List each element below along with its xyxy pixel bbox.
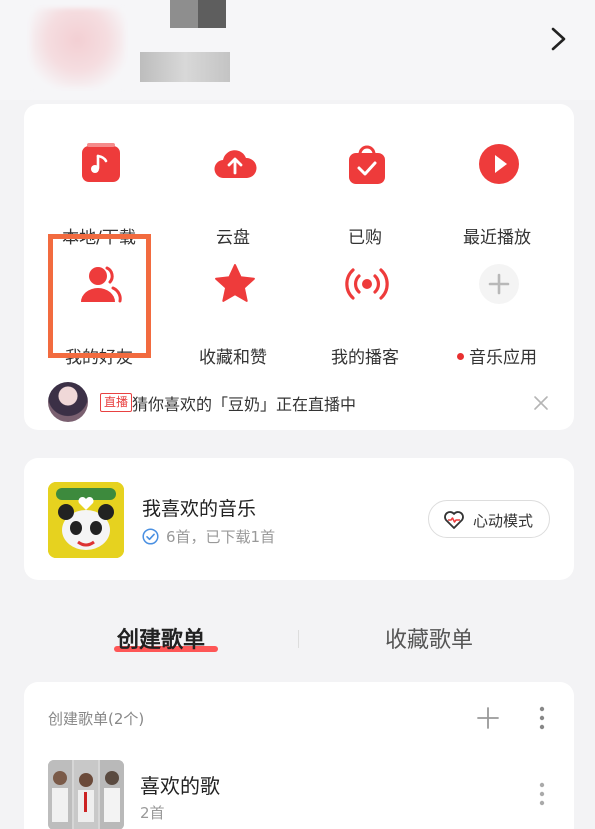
quick-item-purchased[interactable]: 已购 — [300, 134, 430, 248]
live-banner-text: 猜你喜欢的「豆奶」正在直播中 — [132, 395, 357, 414]
playlist-cover-image — [48, 760, 124, 829]
red-dot-badge — [457, 352, 464, 360]
favorite-playlist-title: 我喜欢的音乐 — [142, 498, 257, 520]
downloaded-check-icon — [142, 528, 159, 545]
star-icon — [215, 264, 255, 302]
local-download-icon — [82, 143, 120, 182]
blurred-username-block — [198, 0, 226, 28]
favorite-playlist-cover — [48, 482, 124, 558]
quick-item-label: 云盘 — [216, 228, 250, 248]
quick-item-podcast[interactable]: 我的播客 — [300, 254, 430, 368]
live-badge: 直播 — [100, 393, 133, 412]
tab-collected-playlists[interactable]: 收藏歌单 — [385, 622, 473, 654]
quick-item-label: 最近播放 — [463, 228, 531, 248]
heartbeat-mode-button[interactable]: 心动模式 — [428, 500, 550, 538]
favorite-playlist-subtitle: 6首，已下载1首 — [142, 526, 275, 547]
tab-label: 创建歌单 — [117, 628, 206, 653]
close-icon[interactable] — [532, 394, 550, 412]
playlists-section-header: 创建歌单(2个) — [48, 710, 145, 728]
more-vertical-icon[interactable] — [534, 704, 550, 732]
blurred-username-block — [170, 0, 198, 28]
created-playlists-card: 创建歌单(2个) 喜欢的歌 2首 — [24, 682, 574, 829]
quick-item-music-apps[interactable]: 音乐应用 — [432, 254, 562, 368]
purchased-bag-icon — [349, 145, 385, 184]
quick-item-label: 音乐应用 — [432, 343, 562, 368]
tab-divider — [298, 630, 299, 648]
blurred-avatar — [30, 8, 125, 88]
streamer-avatar — [48, 382, 88, 422]
quick-item-favorites-likes[interactable]: 收藏和赞 — [168, 254, 298, 368]
profile-header[interactable] — [0, 0, 595, 100]
quick-item-label: 已购 — [348, 228, 382, 248]
chevron-right-icon[interactable] — [544, 22, 574, 56]
playlist-name: 喜欢的歌 — [140, 774, 220, 798]
play-circle-icon — [479, 144, 519, 184]
panda-cover-image — [48, 482, 124, 558]
heartbeat-mode-label: 心动模式 — [473, 512, 534, 530]
playlist-row[interactable]: 喜欢的歌 2首 — [24, 752, 574, 829]
quick-entry-card: 本地/下载 云盘 已购 最近播放 我的好友 收藏和赞 我的播客 音乐应用 直播 … — [24, 104, 574, 430]
live-banner[interactable]: 直播 猜你喜欢的「豆奶」正在直播中 — [48, 382, 548, 422]
heart-icon — [444, 511, 464, 529]
quick-item-label: 收藏和赞 — [199, 348, 267, 368]
quick-item-cloud[interactable]: 云盘 — [168, 134, 298, 248]
playlist-track-count: 2首 — [140, 804, 165, 822]
quick-item-label: 我的播客 — [331, 348, 399, 368]
podcast-icon — [345, 268, 389, 300]
more-vertical-icon[interactable] — [534, 780, 550, 808]
highlight-frame — [48, 234, 151, 358]
tab-label: 收藏歌单 — [385, 628, 474, 653]
blurred-level-block — [140, 52, 230, 82]
playlist-cover — [48, 760, 124, 829]
favorite-playlist-count: 6首，已下载1首 — [166, 528, 276, 546]
cloud-upload-icon — [214, 150, 257, 179]
add-playlist-icon[interactable] — [476, 706, 500, 730]
tab-created-playlists[interactable]: 创建歌单 — [114, 622, 218, 654]
favorite-music-card[interactable]: 我喜欢的音乐 6首，已下载1首 心动模式 — [24, 458, 574, 580]
quick-item-label-text: 音乐应用 — [469, 348, 537, 368]
quick-item-recent-play[interactable]: 最近播放 — [432, 134, 562, 248]
plus-icon — [479, 264, 519, 304]
quick-item-local-download[interactable]: 本地/下载 — [34, 134, 164, 248]
